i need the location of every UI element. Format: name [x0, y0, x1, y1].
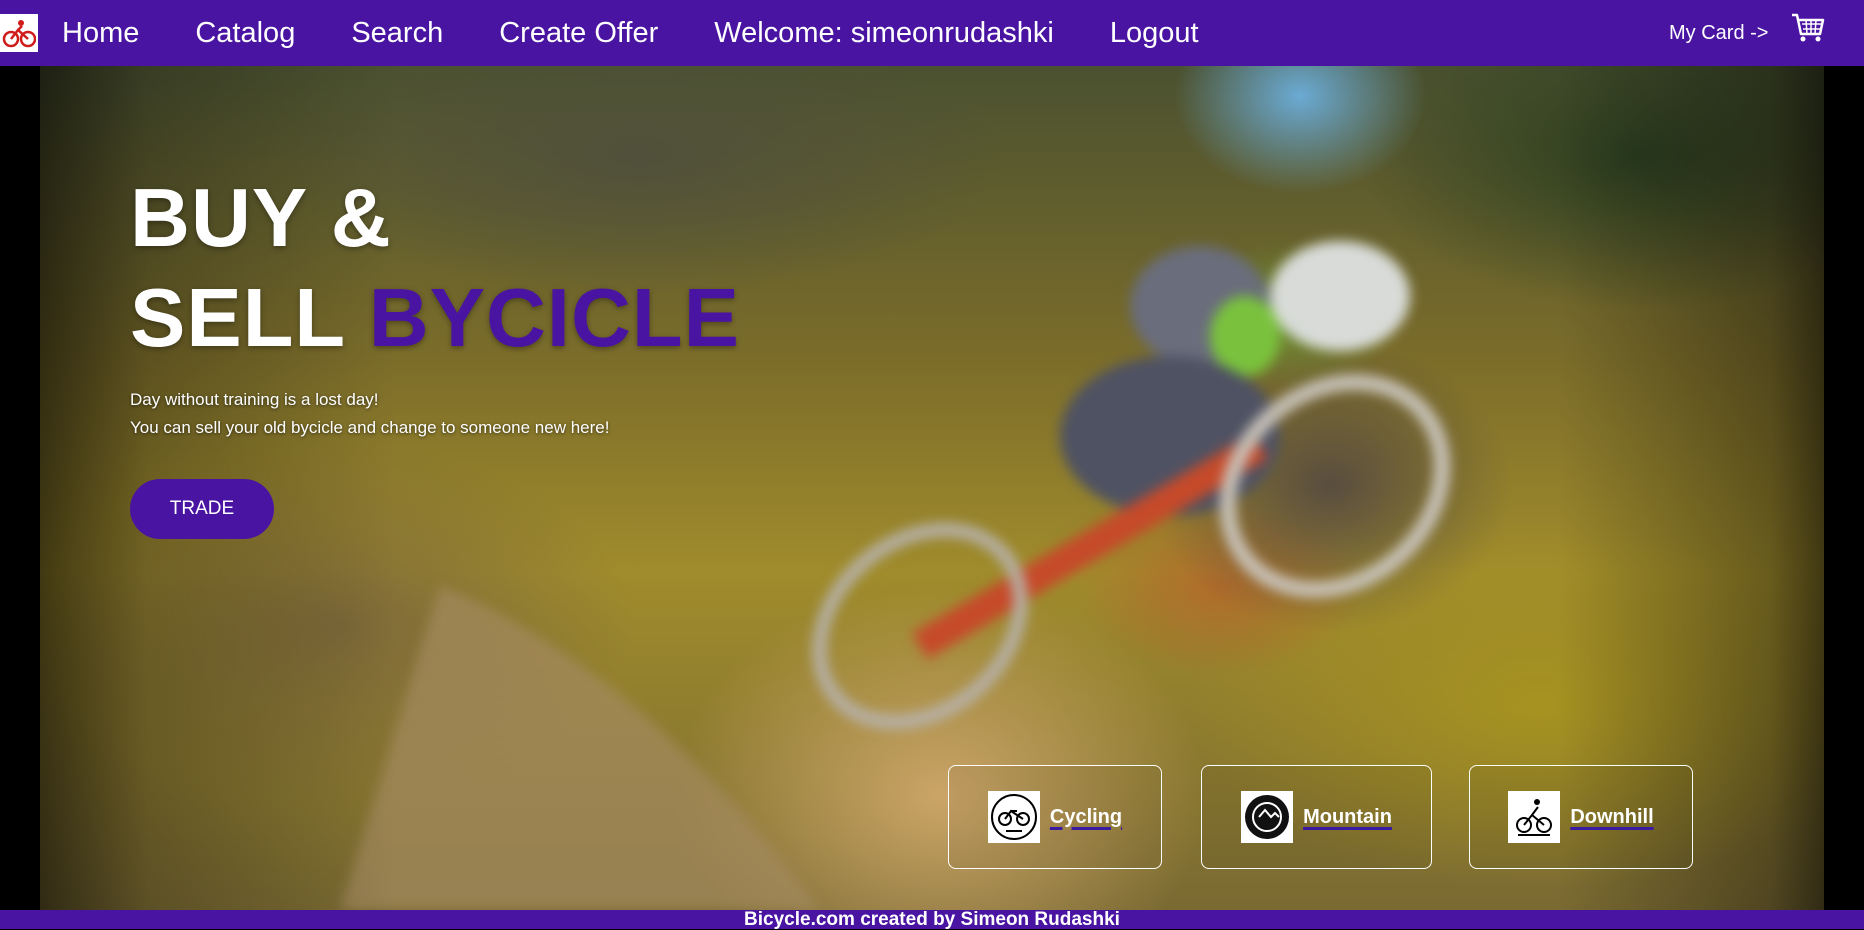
hero-subtitle: Day without training is a lost day! You …	[130, 386, 609, 442]
category-card-downhill[interactable]: Downhill	[1469, 765, 1693, 869]
mountain-gear-icon	[1241, 791, 1294, 843]
nav-catalog-link[interactable]: Catalog	[195, 17, 295, 50]
trade-button[interactable]: TRADE	[130, 479, 274, 539]
category-card-mountain[interactable]: Mountain	[1201, 765, 1432, 869]
category-label-cycling[interactable]: Cycling	[1050, 806, 1122, 829]
nav-search-link[interactable]: Search	[351, 17, 443, 50]
category-card-cycling[interactable]: Cycling	[948, 765, 1162, 869]
shopping-cart-icon[interactable]	[1790, 12, 1826, 44]
nav-home-link[interactable]: Home	[62, 17, 139, 50]
category-label-mountain[interactable]: Mountain	[1303, 806, 1392, 829]
footer: Bicycle.com created by Simeon Rudashki	[0, 910, 1864, 929]
hero-title-line2: SELL BYCICLE	[130, 268, 740, 368]
hero-subtitle-line1: Day without training is a lost day!	[130, 390, 379, 409]
bicycle-logo-icon[interactable]	[0, 14, 38, 52]
hero-title: BUY & SELL BYCICLE	[130, 168, 740, 368]
cycling-bike-icon	[987, 791, 1040, 843]
category-label-downhill[interactable]: Downhill	[1570, 806, 1653, 829]
hero-title-accent: BYCICLE	[368, 271, 740, 364]
nav-logout-link[interactable]: Logout	[1110, 17, 1199, 50]
nav-welcome-user[interactable]: Welcome: simeonrudashki	[714, 17, 1054, 50]
top-navbar: Home Catalog Search Create Offer Welcome…	[0, 0, 1864, 66]
nav-create-offer-link[interactable]: Create Offer	[499, 17, 658, 50]
hero-title-line1: BUY &	[130, 171, 392, 264]
my-card-link[interactable]: My Card ->	[1669, 22, 1768, 45]
downhill-rider-icon	[1508, 791, 1561, 843]
hero-title-sell: SELL	[130, 271, 345, 364]
nav-links: Home Catalog Search Create Offer Welcome…	[62, 0, 1255, 66]
hero-subtitle-line2: You can sell your old bycicle and change…	[130, 418, 610, 437]
footer-text: Bicycle.com created by Simeon Rudashki	[744, 909, 1120, 930]
hero-section: BUY & SELL BYCICLE Day without training …	[0, 66, 1864, 910]
